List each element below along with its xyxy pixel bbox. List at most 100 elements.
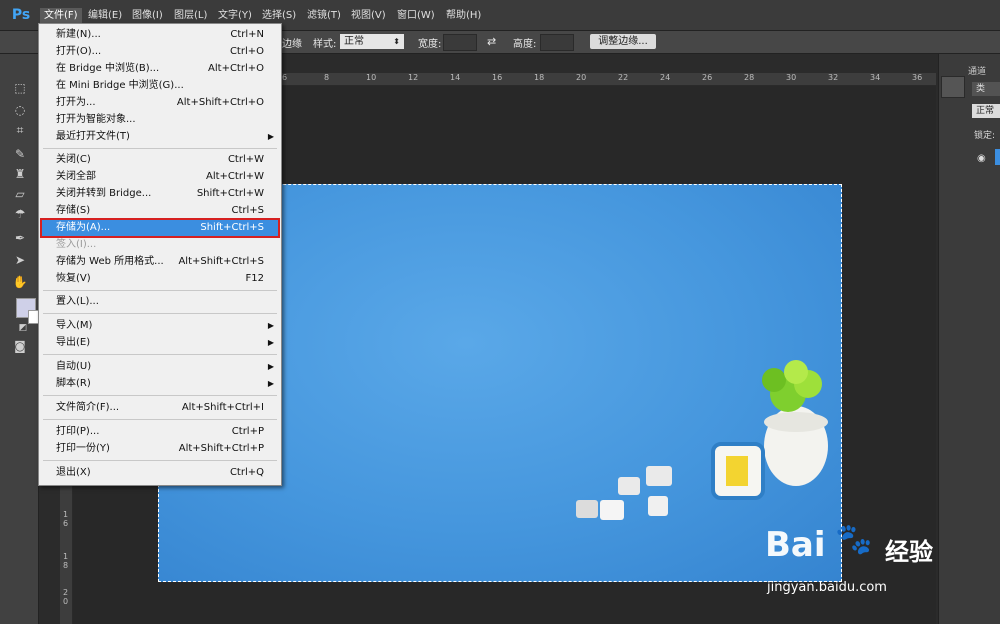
menu-item-label: 关闭并转到 Bridge...: [56, 188, 152, 199]
ruler-tick-label: 16: [492, 73, 503, 82]
ruler-tick-label: 26: [702, 73, 713, 82]
menu-item-shortcut: Shift+Ctrl+W: [196, 188, 264, 199]
menu-select[interactable]: 选择(S): [258, 8, 300, 24]
style-value: 正常: [344, 36, 364, 47]
menu-item-open-as[interactable]: 打开为... Alt+Shift+Ctrl+O: [40, 95, 280, 111]
paw-icon: 🐾: [835, 522, 873, 557]
channels-tab[interactable]: 通道: [968, 64, 1000, 78]
menu-item-import[interactable]: 导入(M) ▶: [40, 318, 280, 334]
stamp-tool-icon[interactable]: ♜: [11, 166, 29, 182]
menu-item-save-for-web[interactable]: 存储为 Web 所用格式... Alt+Shift+Ctrl+S: [40, 254, 280, 270]
width-input[interactable]: [443, 34, 477, 51]
crop-tool-icon[interactable]: ⌗: [11, 122, 29, 138]
menu-item-open-smart-object[interactable]: 打开为智能对象...: [40, 112, 280, 128]
blend-mode-select[interactable]: 正常: [972, 104, 1000, 118]
refine-edge-button[interactable]: 调整边缘...: [590, 34, 656, 49]
file-menu-dropdown: 新建(N)... Ctrl+N 打开(O)... Ctrl+O 在 Bridge 中…: [38, 23, 282, 486]
menu-item-exit[interactable]: 退出(X) Ctrl+Q: [40, 465, 280, 481]
menu-item-shortcut: Ctrl+P: [231, 426, 264, 437]
panel-collapse-icon[interactable]: [941, 76, 965, 98]
ruler-tick-label: 20: [576, 73, 587, 82]
layer-thumbnail[interactable]: [995, 149, 1000, 165]
menu-item-label: 恢复(V): [56, 273, 91, 284]
menu-item-new[interactable]: 新建(N)... Ctrl+N: [40, 27, 280, 43]
menu-item-close-go-bridge[interactable]: 关闭并转到 Bridge... Shift+Ctrl+W: [40, 186, 280, 202]
menu-item-export[interactable]: 导出(E) ▶: [40, 335, 280, 351]
baidu-logo-suffix: 经验: [885, 538, 933, 566]
ruler-tick-label: 24: [660, 73, 671, 82]
ruler-tick-label: 2: [63, 588, 69, 597]
watermark-url: jingyan.baidu.com: [767, 580, 887, 595]
menu-item-automate[interactable]: 自动(U) ▶: [40, 359, 280, 375]
menu-item-print[interactable]: 打印(P)... Ctrl+P: [40, 424, 280, 440]
submenu-arrow-icon: ▶: [267, 379, 274, 388]
menu-item-shortcut: Ctrl+S: [231, 205, 264, 216]
menu-item-close[interactable]: 关闭(C) Ctrl+W: [40, 152, 280, 168]
menu-item-shortcut: Alt+Ctrl+O: [208, 63, 264, 74]
swap-colors-icon[interactable]: ◩: [14, 320, 32, 336]
menu-item-shortcut: Alt+Shift+Ctrl+I: [181, 402, 264, 413]
eye-icon[interactable]: ◉: [977, 153, 986, 164]
ruler-tick-label: 10: [366, 73, 377, 82]
menu-view[interactable]: 视图(V): [347, 8, 390, 24]
menu-item-label: 关闭全部: [56, 171, 96, 182]
baidu-watermark: Bai 🐾 经验 jingyan.baidu.com: [765, 520, 995, 620]
swap-icon[interactable]: ⇄: [487, 35, 496, 48]
marquee-tool-icon[interactable]: ⬚: [11, 80, 29, 96]
style-select[interactable]: 正常 ⬍: [340, 34, 404, 49]
ruler-tick-label: 30: [786, 73, 797, 82]
menu-item-shortcut: Alt+Shift+Ctrl+S: [178, 256, 264, 267]
brush-tool-icon[interactable]: ✎: [11, 146, 29, 162]
path-select-tool-icon[interactable]: ➤: [11, 252, 29, 268]
menu-item-label: 退出(X): [56, 467, 91, 478]
menu-filter[interactable]: 滤镜(T): [303, 8, 345, 24]
menu-edit[interactable]: 编辑(E): [84, 8, 126, 24]
quick-mask-icon[interactable]: ◙: [11, 338, 29, 354]
ruler-tick-label: 32: [828, 73, 839, 82]
menu-item-check-in: 签入(I)...: [40, 237, 280, 253]
menu-type[interactable]: 文字(Y): [214, 8, 256, 24]
menu-image[interactable]: 图像(I): [128, 8, 167, 24]
hand-tool-icon[interactable]: ✋: [11, 274, 29, 290]
menu-item-place[interactable]: 置入(L)...: [40, 294, 280, 310]
menu-item-close-all[interactable]: 关闭全部 Alt+Ctrl+W: [40, 169, 280, 185]
menu-item-shortcut: Alt+Ctrl+W: [206, 171, 264, 182]
ruler-tick-label: 1: [63, 510, 69, 519]
menu-separator: [43, 148, 277, 149]
menu-item-revert[interactable]: 恢复(V) F12: [40, 271, 280, 287]
ruler-tick-label: 1: [63, 552, 69, 561]
ruler-tick-label: 28: [744, 73, 755, 82]
feather-label: 边缘: [282, 39, 302, 50]
menu-item-label: 脚本(R): [56, 378, 91, 389]
submenu-arrow-icon: ▶: [267, 132, 274, 141]
menu-item-label: 打开为智能对象...: [56, 114, 136, 125]
menu-item-shortcut: Ctrl+O: [229, 46, 264, 57]
menu-file[interactable]: 文件(F): [40, 8, 82, 24]
menu-help[interactable]: 帮助(H): [442, 8, 485, 24]
smudge-tool-icon[interactable]: ☂: [11, 206, 29, 222]
menu-item-save[interactable]: 存储(S) Ctrl+S: [40, 203, 280, 219]
menu-item-label: 签入(I)...: [56, 239, 97, 250]
lasso-tool-icon[interactable]: ◌: [11, 102, 29, 118]
menu-item-recent-files[interactable]: 最近打开文件(T) ▶: [40, 129, 280, 145]
menu-item-label: 最近打开文件(T): [56, 131, 130, 142]
ruler-tick-label: 0: [63, 597, 69, 606]
height-input[interactable]: [540, 34, 574, 51]
menu-item-label: 打印一份(Y): [56, 443, 110, 454]
menu-item-label: 打印(P)...: [56, 426, 100, 437]
menu-item-scripts[interactable]: 脚本(R) ▶: [40, 376, 280, 392]
menu-item-shortcut: Alt+Shift+Ctrl+O: [176, 97, 264, 108]
menu-item-browse-bridge[interactable]: 在 Bridge 中浏览(B)... Alt+Ctrl+O: [40, 61, 280, 77]
menu-item-open[interactable]: 打开(O)... Ctrl+O: [40, 44, 280, 60]
menu-window[interactable]: 窗口(W): [393, 8, 439, 24]
menu-item-browse-mini-bridge[interactable]: 在 Mini Bridge 中浏览(G)...: [40, 78, 280, 94]
menu-item-print-one-copy[interactable]: 打印一份(Y) Alt+Shift+Ctrl+P: [40, 441, 280, 457]
ruler-tick-label: 6: [282, 73, 288, 82]
menu-item-file-info[interactable]: 文件简介(F)... Alt+Shift+Ctrl+I: [40, 400, 280, 416]
pen-tool-icon[interactable]: ✒: [11, 230, 29, 246]
menu-item-label: 存储为 Web 所用格式...: [56, 256, 164, 267]
eraser-tool-icon[interactable]: ▱: [11, 186, 29, 202]
menu-layer[interactable]: 图层(L): [170, 8, 211, 24]
menu-item-label: 打开为...: [56, 97, 96, 108]
layer-filter-input[interactable]: 类: [972, 82, 1000, 96]
